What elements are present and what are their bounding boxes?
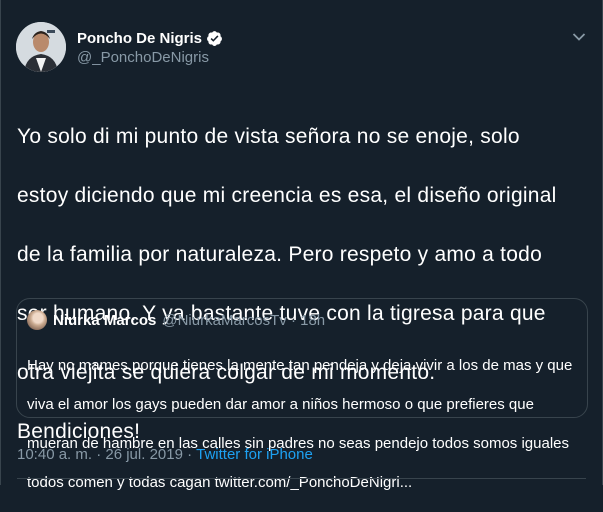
chevron-down-icon[interactable] (572, 32, 586, 42)
author-handle[interactable]: @_PonchoDeNigris (77, 49, 223, 66)
quoted-author-handle-time: @NiurkaMarcosTv · 18h (162, 311, 326, 329)
tweet-meta: 10:40 a. m. · 26 jul. 2019 · Twitter for… (17, 446, 313, 463)
tweet-source-link[interactable]: Twitter for iPhone (196, 446, 313, 463)
quoted-text-line: Hay no mames porque tienes la mente tan … (27, 356, 573, 374)
quoted-text-line: todos comen y todas cagan twitter.com/_P… (27, 473, 413, 491)
tweet-card: Poncho De Nigris @_PonchoDeNigris Yo sol… (0, 0, 603, 491)
author-info: Poncho De Nigris @_PonchoDeNigris (77, 30, 223, 66)
quoted-author-avatar (27, 310, 47, 330)
verified-badge-icon (207, 31, 222, 46)
quoted-tweet[interactable]: Niurka Marcos @NiurkaMarcosTv · 18h Hay … (16, 298, 588, 491)
quoted-author-name: Niurka Marcos (53, 311, 157, 329)
author-display-name[interactable]: Poncho De Nigris (77, 30, 202, 47)
quoted-text-line: viva el amor los gays pueden dar amor a … (27, 395, 534, 413)
tweet-text-line: Yo solo di mi punto de vista señora no s… (17, 124, 520, 148)
tweet-text-line: estoy diciendo que mi creencia es esa, e… (17, 183, 557, 207)
tweet-timestamp[interactable]: 10:40 a. m. · 26 jul. 2019 · (17, 446, 192, 463)
profile-photo-icon (16, 22, 66, 72)
quoted-tweet-text: Hay no mames porque tienes la mente tan … (27, 336, 579, 512)
author-avatar[interactable] (16, 22, 66, 72)
quoted-tweet-header: Niurka Marcos @NiurkaMarcosTv · 18h (27, 310, 325, 330)
divider (17, 478, 586, 479)
tweet-text-line: de la familia por naturaleza. Pero respe… (17, 242, 543, 266)
